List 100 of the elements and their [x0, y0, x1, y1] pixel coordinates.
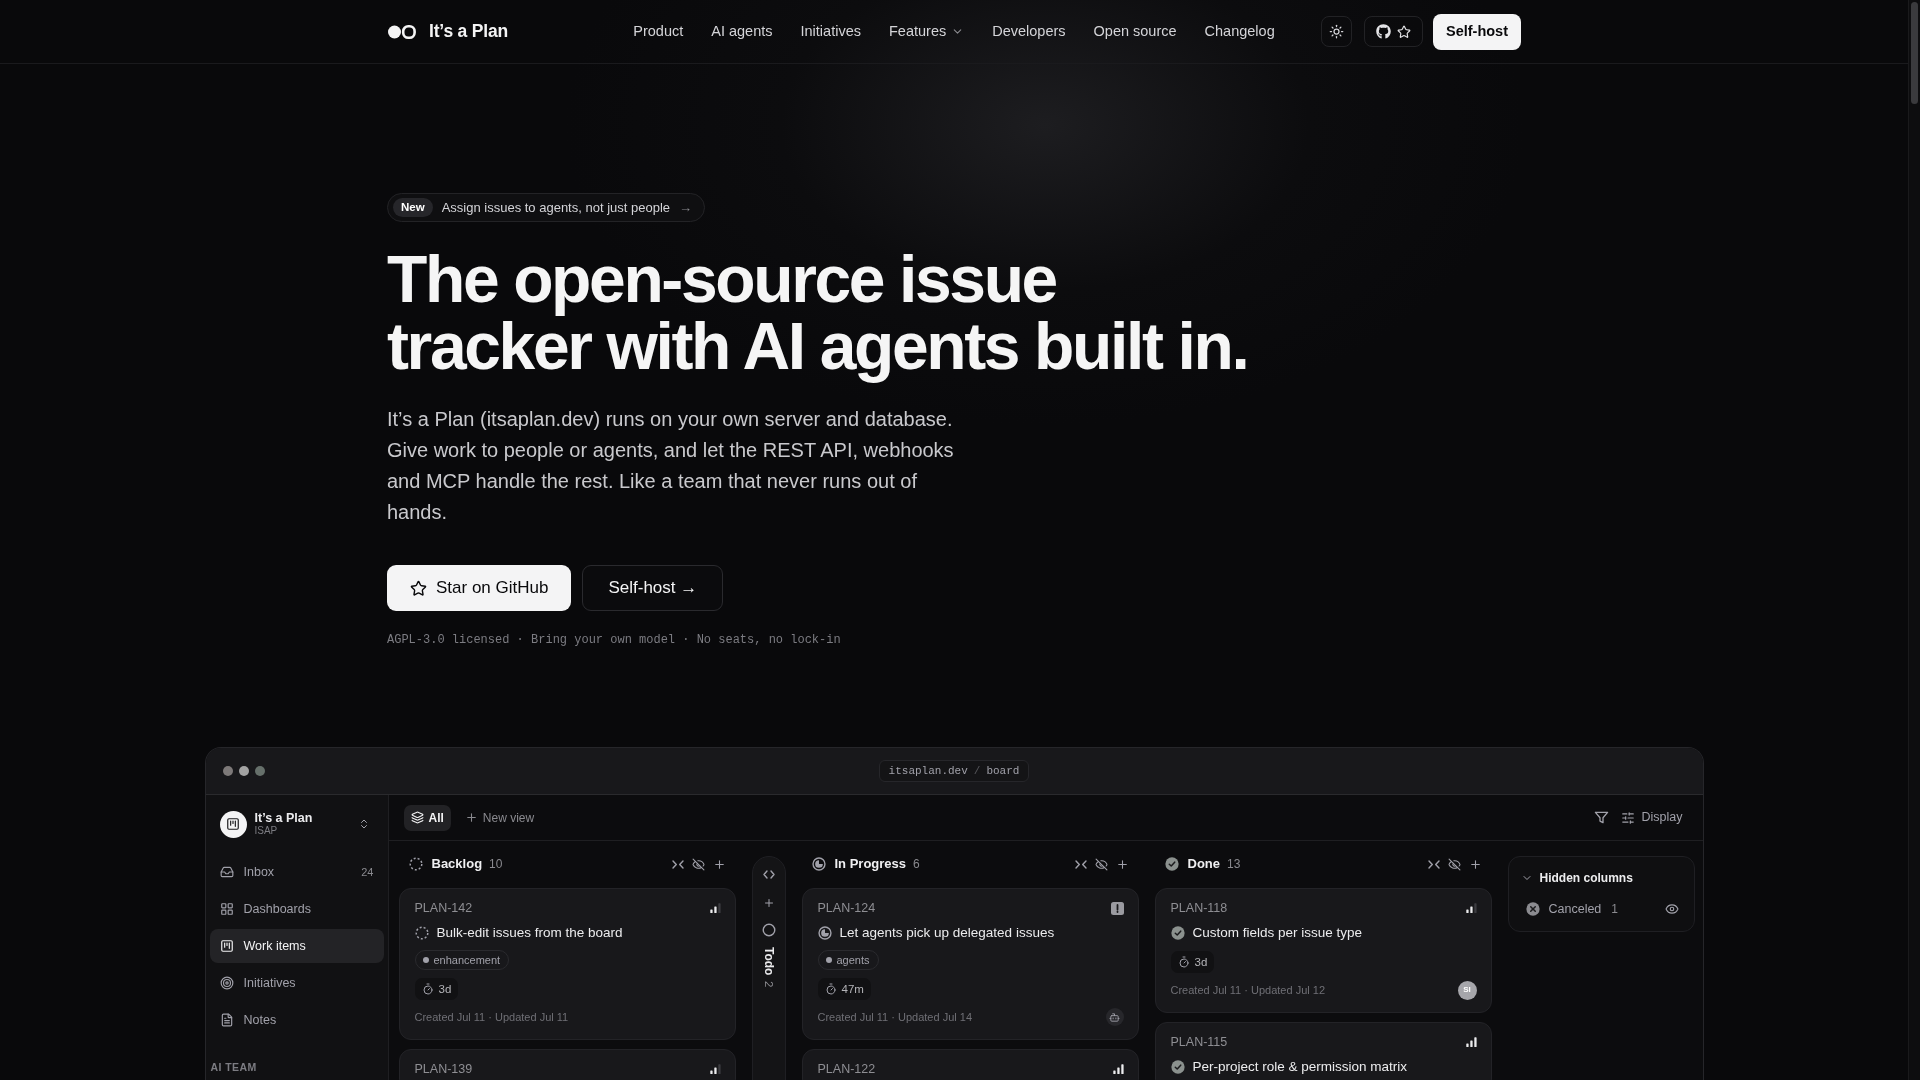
column-count: 10 [489, 856, 503, 872]
column-name: Canceled [1548, 900, 1602, 918]
nav-link[interactable]: Initiatives [800, 20, 861, 43]
assignee-avatar: SI [1457, 980, 1477, 1000]
column-count: 6 [913, 856, 920, 872]
column-count: 1 [1611, 901, 1618, 918]
eye-off-icon[interactable] [1094, 857, 1108, 871]
issue-title: Let agents pick up delegated issues [839, 924, 1055, 942]
issue-title: Per-project role & permission matrix [1192, 1058, 1408, 1076]
sidebar-item[interactable]: Dashboards [209, 892, 384, 926]
collapse-arrows-icon[interactable] [671, 859, 684, 869]
nav-link[interactable]: Features [888, 20, 965, 43]
sidebar-item[interactable]: Notes [209, 1003, 384, 1037]
layers-icon [410, 811, 424, 824]
issue-dates: Created Jul 11 · Updated Jul 11 [414, 1010, 569, 1024]
workspace-code: ISAP [254, 825, 279, 837]
new-view-button[interactable]: New view [464, 808, 535, 827]
bot-icon [1105, 1008, 1124, 1026]
check-circle-icon [1170, 926, 1185, 940]
collapsed-column[interactable]: Todo 2 [751, 856, 786, 1080]
window-control-icon [254, 766, 265, 776]
check-circle-icon [1170, 1060, 1185, 1074]
license-note: AGPL-3.0 licensed · Bring your own model · No seats, no lock-in [387, 632, 841, 648]
column-count: 13 [1227, 856, 1241, 872]
tag-text: enhancement [433, 953, 501, 967]
item-count: 24 [361, 864, 374, 880]
star-icon [1396, 24, 1411, 39]
hidden-columns-toggle[interactable]: Hidden columns [1520, 868, 1633, 888]
issue-dates: Created Jul 11 · Updated Jul 12 [1170, 983, 1325, 997]
window-control-icon [238, 766, 249, 776]
self-host-button[interactable]: Self-host [1432, 13, 1521, 50]
issue-id: PLAN-115 [1170, 1034, 1228, 1050]
nav-link[interactable]: AI agents [711, 20, 773, 43]
timer-icon [824, 983, 837, 995]
exclamation-square-icon [1110, 901, 1124, 915]
pie-circle-icon [817, 926, 832, 940]
filter-icon[interactable] [1593, 810, 1609, 825]
nav-link[interactable]: Product [633, 20, 684, 43]
nav-link[interactable]: Open source [1093, 20, 1177, 43]
estimate-value: 47m [841, 982, 864, 996]
sidebar-item[interactable]: Initiatives [209, 966, 384, 1000]
dashed-circle-icon [414, 926, 429, 940]
address-bar: itsaplan.dev / board [878, 760, 1030, 782]
issue-card[interactable]: PLAN-122 [801, 1049, 1139, 1080]
eye-off-icon[interactable] [1447, 857, 1461, 871]
theme-toggle-button[interactable] [1320, 16, 1352, 47]
column-count: 2 [761, 981, 776, 988]
brand-link[interactable]: It’s a Plan [387, 18, 509, 45]
github-star-button[interactable] [1363, 16, 1423, 47]
plus-icon [464, 811, 478, 824]
issue-id: PLAN-118 [1170, 900, 1228, 916]
inbox-icon [219, 865, 234, 879]
plus-icon[interactable] [762, 897, 775, 909]
target-icon [219, 976, 234, 990]
nav-link[interactable]: Developers [992, 20, 1066, 43]
plus-icon[interactable] [712, 857, 726, 871]
sidebar-item[interactable]: Inbox 24 [209, 855, 384, 889]
github-icon [1375, 24, 1391, 39]
issue-card[interactable]: PLAN-142 Bulk-edit issues from the board enhancement 3d Created Jul 11 · Updated Jul 11 [398, 888, 736, 1040]
hero-description: It’s a Plan (itsaplan.dev) runs on your own server and database. Give work to people or agents, and let the REST API, webhooks and MCP handle the rest. Like a team that never runs out of hands. [387, 407, 955, 525]
plus-icon[interactable] [1115, 857, 1129, 871]
logo-icon [387, 23, 416, 40]
issue-card[interactable]: PLAN-115 Per-project role & permission matrix [1154, 1022, 1492, 1080]
plus-icon[interactable] [1468, 857, 1482, 871]
nav-link[interactable]: Changelog [1204, 20, 1275, 43]
self-host-button[interactable]: Self-host → [582, 565, 724, 611]
star-icon [410, 579, 427, 597]
document-icon [219, 1013, 234, 1027]
issue-card[interactable]: PLAN-118 Custom fields per issue type 3d Created Jul 11 · Updated Jul 12 SI [1154, 888, 1492, 1013]
pie-circle-icon [811, 857, 826, 871]
issue-id: PLAN-122 [817, 1061, 876, 1077]
workspace-switcher[interactable]: It’s a Plan ISAP [219, 809, 374, 839]
issue-title: Bulk-edit issues from the board [436, 924, 623, 942]
view-tab[interactable]: All [403, 804, 451, 831]
issue-title: Custom fields per issue type [1192, 924, 1363, 942]
announcement-link[interactable]: New Assign issues to agents, not just people → [387, 193, 706, 222]
sliders-icon [1620, 810, 1635, 825]
timer-icon [1177, 956, 1190, 968]
collapse-arrows-icon[interactable] [1074, 859, 1087, 869]
scrollbar-thumb[interactable] [1911, 2, 1918, 104]
kanban-icon [219, 939, 234, 953]
sidebar-item[interactable]: Work items [209, 929, 384, 963]
section-label: AI TEAM [210, 1060, 258, 1074]
column-title: Todo [761, 947, 776, 976]
issue-id: PLAN-139 [414, 1061, 473, 1077]
collapse-arrows-icon[interactable] [1427, 859, 1440, 869]
star-on-github-button[interactable]: Star on GitHub [387, 565, 572, 611]
column-title: Backlog [431, 856, 483, 872]
workspace-name: It’s a Plan [254, 811, 313, 825]
expand-arrows-icon[interactable] [762, 870, 775, 879]
eye-off-icon[interactable] [691, 857, 705, 871]
circle-icon [761, 923, 776, 937]
issue-id: PLAN-142 [414, 900, 473, 916]
dashed-circle-icon [408, 857, 423, 871]
x-circle-icon [1525, 902, 1540, 916]
issue-card[interactable]: PLAN-139 [398, 1049, 736, 1080]
eye-icon[interactable] [1664, 902, 1679, 916]
issue-card[interactable]: PLAN-124 Let agents pick up delegated issues agents 47m Created Jul 11 · Updated Jul 14 [801, 888, 1139, 1040]
estimate-value: 3d [1194, 955, 1208, 969]
display-button[interactable]: Display [1620, 808, 1683, 827]
